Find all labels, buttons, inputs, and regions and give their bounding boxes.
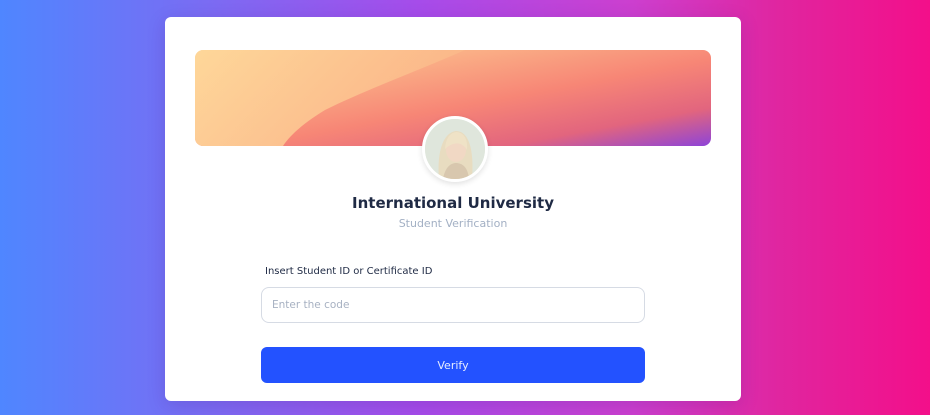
institution-name: International University [352,194,554,212]
verify-button[interactable]: Verify [261,347,645,383]
code-field-label: Insert Student ID or Certificate ID [265,266,433,277]
verification-card: International University Student Verific… [165,17,741,401]
student-avatar [422,116,488,182]
code-input[interactable] [261,287,645,323]
page-subtitle: Student Verification [398,217,508,230]
